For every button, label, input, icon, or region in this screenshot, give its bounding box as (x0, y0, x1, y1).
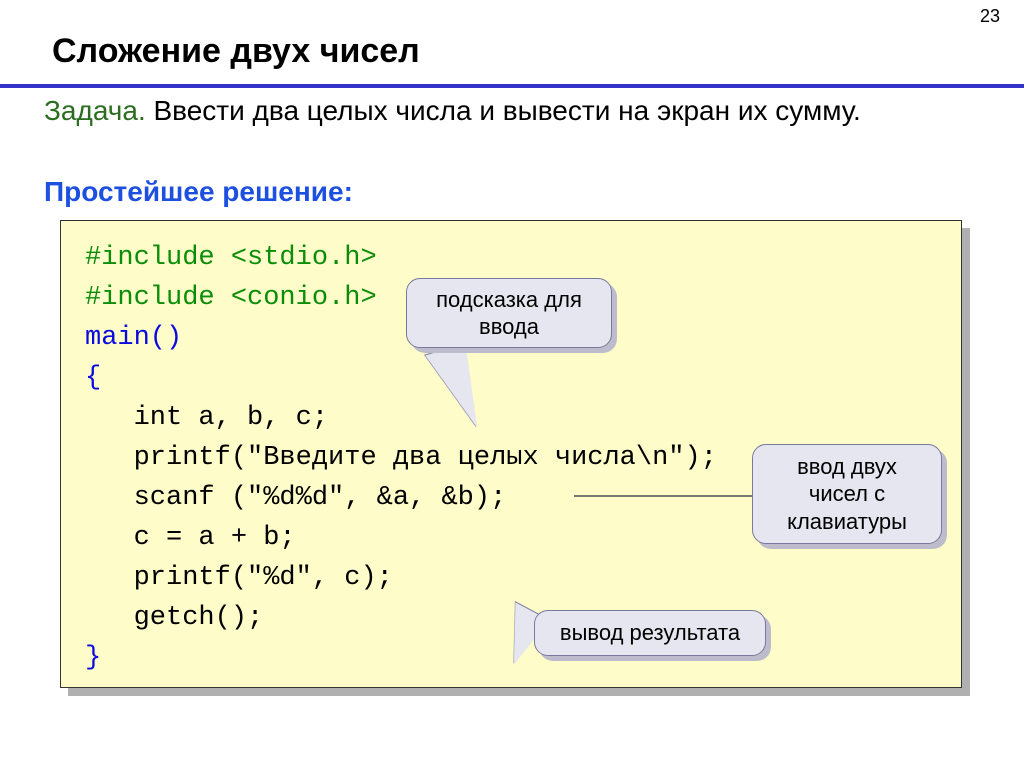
task-block: Задача. Ввести два целых числа и вывести… (44, 92, 984, 130)
title-rule (0, 84, 1024, 88)
callout-input: ввод двух чисел с клавиатуры (752, 444, 942, 544)
code-line-1: #include <stdio.h> (85, 243, 377, 273)
slide-title: Сложение двух чисел (52, 32, 420, 71)
task-label: Задача. (44, 95, 146, 126)
code-line-6: printf("Введите два целых числа\n"); (85, 443, 717, 473)
callout-hint: подсказка для ввода (406, 278, 612, 348)
code-line-3: main() (85, 323, 182, 353)
code-line-2: #include <conio.h> (85, 283, 377, 313)
code-line-7: scanf ("%d%d", &a, &b); (85, 483, 506, 513)
task-text: Ввести два целых числа и вывести на экра… (146, 95, 861, 126)
code-line-10: getch(); (85, 603, 263, 633)
page-number: 23 (980, 6, 1000, 27)
callout-pointer-2 (574, 495, 756, 497)
code-line-9: printf("%d", c); (85, 563, 393, 593)
code-line-11: } (85, 643, 101, 673)
solution-label: Простейшее решение: (44, 176, 353, 208)
callout-output: вывод результата (534, 610, 766, 656)
code-line-4: { (85, 363, 101, 393)
code-line-5: int a, b, c; (85, 403, 328, 433)
code-line-8: c = a + b; (85, 523, 296, 553)
